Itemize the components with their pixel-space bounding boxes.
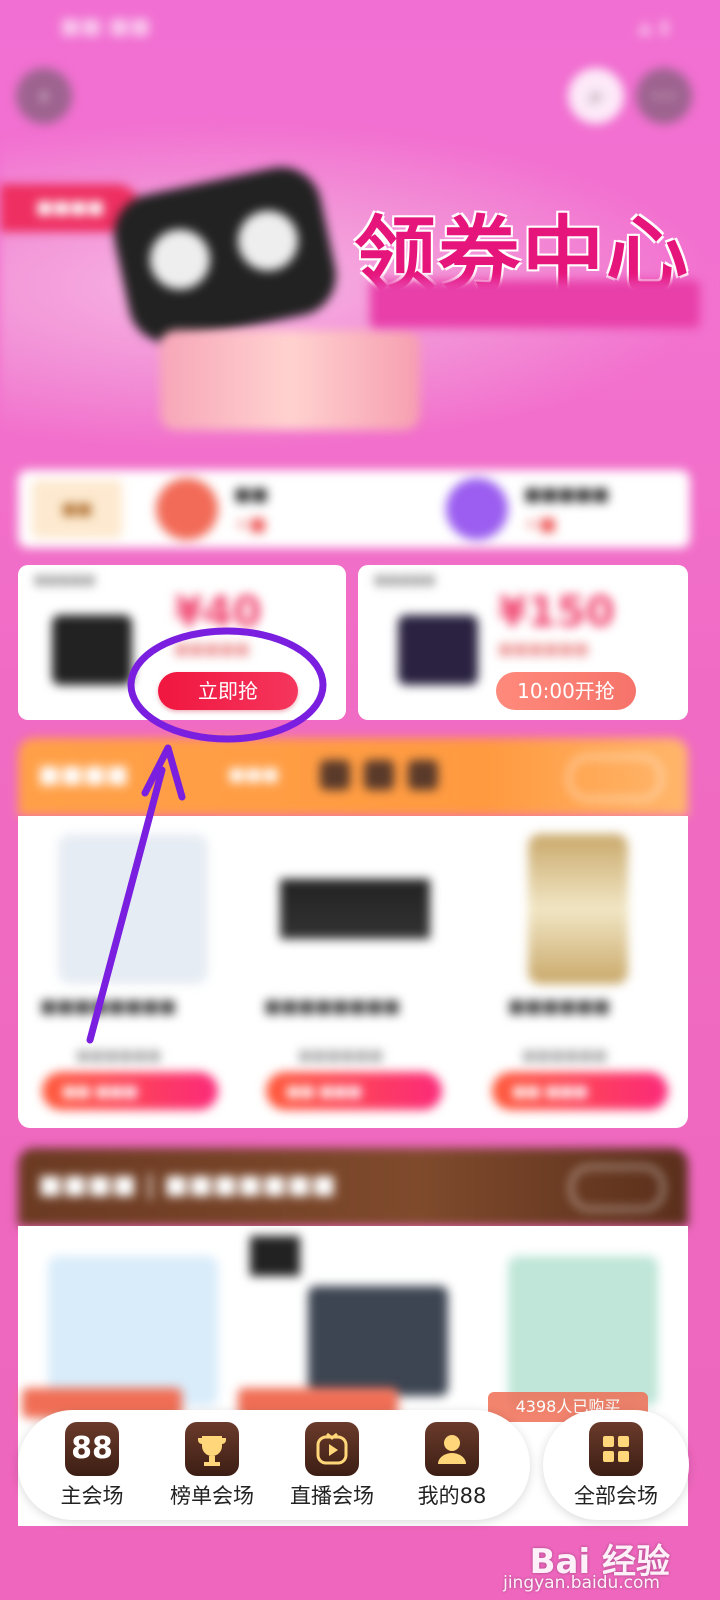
nav-main-venue-label: 主会场 — [60, 1484, 124, 1508]
strip-item-2-title: ■■■■■ — [524, 484, 610, 505]
product-price-3: ■■■■■■ — [522, 1046, 608, 1064]
nav-ranking-venue-label: 榜单会场 — [170, 1484, 254, 1508]
nav-all-venues-label: 全部会场 — [574, 1484, 658, 1508]
chevron-left-icon: ‹ — [38, 81, 50, 111]
grab-now-button[interactable]: 立即抢 — [158, 672, 298, 710]
nav-all-venues-item[interactable]: 全部会场 — [556, 1410, 676, 1520]
bottom-nav: 88 主会场 榜单会场 直播会场 我的88 — [18, 1410, 530, 1520]
banner: ■■■■ 领券中心 — [0, 120, 720, 450]
flash-sale-header[interactable]: ■■■■ ■■■ — [18, 738, 688, 816]
product-price-1: ■■■■■■ — [76, 1046, 162, 1064]
live-play-icon — [305, 1422, 359, 1476]
product-image-milk[interactable] — [528, 834, 628, 984]
coupon-card-1-amount: ¥40 — [174, 587, 262, 636]
brand-product-image-2[interactable] — [308, 1286, 448, 1396]
status-icons: ▲ ▮ — [637, 14, 670, 38]
product-image-shoe[interactable] — [280, 834, 430, 984]
grid-icon — [589, 1422, 643, 1476]
coupon-card-1-product-image — [52, 615, 132, 685]
strip-item-1-title: ■■ — [234, 484, 269, 505]
purple-coupon-icon[interactable] — [446, 478, 508, 540]
coupon-card-2-product-image — [398, 615, 478, 685]
red-coupon-icon[interactable] — [156, 478, 218, 540]
search-button[interactable]: ⌕ — [568, 68, 624, 124]
more-icon: ⋯ — [651, 81, 677, 111]
product-buy-button-1[interactable]: ■■ ■■■ — [42, 1072, 218, 1110]
product-name-1: ■■■■■■■■ — [40, 996, 177, 1017]
brand-logo — [250, 1236, 300, 1276]
status-bar: ■■:■■ ▲ ▮ — [0, 0, 720, 50]
product-buy-button-2[interactable]: ■■ ■■■ — [266, 1072, 442, 1110]
more-button[interactable]: ⋯ — [636, 68, 692, 124]
product-name-3: ■■■■■■ — [508, 996, 611, 1017]
coupon-strip: ■■ ■■ +■ ■■■■■ +■ — [18, 470, 690, 548]
brand-product-image-1[interactable] — [48, 1256, 218, 1406]
back-button[interactable]: ‹ — [16, 68, 72, 124]
status-time: ■■:■■ — [60, 14, 151, 39]
strip-item-2-count: +■ — [524, 514, 557, 535]
nav-my-88-label: 我的88 — [417, 1484, 487, 1508]
nav-all-venues[interactable]: 全部会场 — [543, 1410, 689, 1520]
eighty-eight-icon: 88 — [65, 1422, 119, 1476]
brand-member-header[interactable]: ■■■■ | ■■■■■■■ — [18, 1148, 688, 1226]
banner-subtitle — [370, 280, 700, 328]
nav-main-venue[interactable]: 88 主会场 — [32, 1410, 152, 1520]
coupon-card-1-kicker: ■■■■■ — [34, 573, 96, 588]
product-name-2: ■■■■■■■■ — [264, 996, 401, 1017]
product-price-2: ■■■■■■ — [298, 1046, 384, 1064]
gift-boxes-image — [160, 330, 420, 430]
strip-label: ■■ — [32, 480, 122, 538]
nav-my-88[interactable]: 我的88 — [392, 1410, 512, 1520]
coupon-card-2-kicker: ■■■■■ — [374, 573, 436, 588]
product-buy-button-3[interactable]: ■■ ■■■ — [492, 1072, 668, 1110]
user-icon — [425, 1422, 479, 1476]
flash-sale-products: ■■■■■■■■ ■■■■■■■■ ■■■■■■ ■■■■■■ ■■■■■■ ■… — [18, 816, 688, 1128]
trophy-icon — [185, 1422, 239, 1476]
start-at-10-button[interactable]: 10:00开抢 — [496, 672, 636, 710]
nav-live-venue[interactable]: 直播会场 — [272, 1410, 392, 1520]
coupon-card-2-amount: ¥150 — [498, 587, 615, 636]
product-image-shirt[interactable] — [58, 834, 208, 984]
search-icon: ⌕ — [588, 80, 604, 111]
nav-live-venue-label: 直播会场 — [290, 1484, 374, 1508]
watermark-url: jingyan.baidu.com — [503, 1573, 660, 1593]
brand-product-image-3[interactable] — [508, 1256, 658, 1406]
coupon-card-1-condition: ■■■■■ — [174, 639, 250, 658]
nav-ranking-venue[interactable]: 榜单会场 — [152, 1410, 272, 1520]
coupon-card-2-condition: ■■■■■■ — [498, 639, 589, 658]
strip-item-1-count: +■ — [234, 514, 267, 535]
